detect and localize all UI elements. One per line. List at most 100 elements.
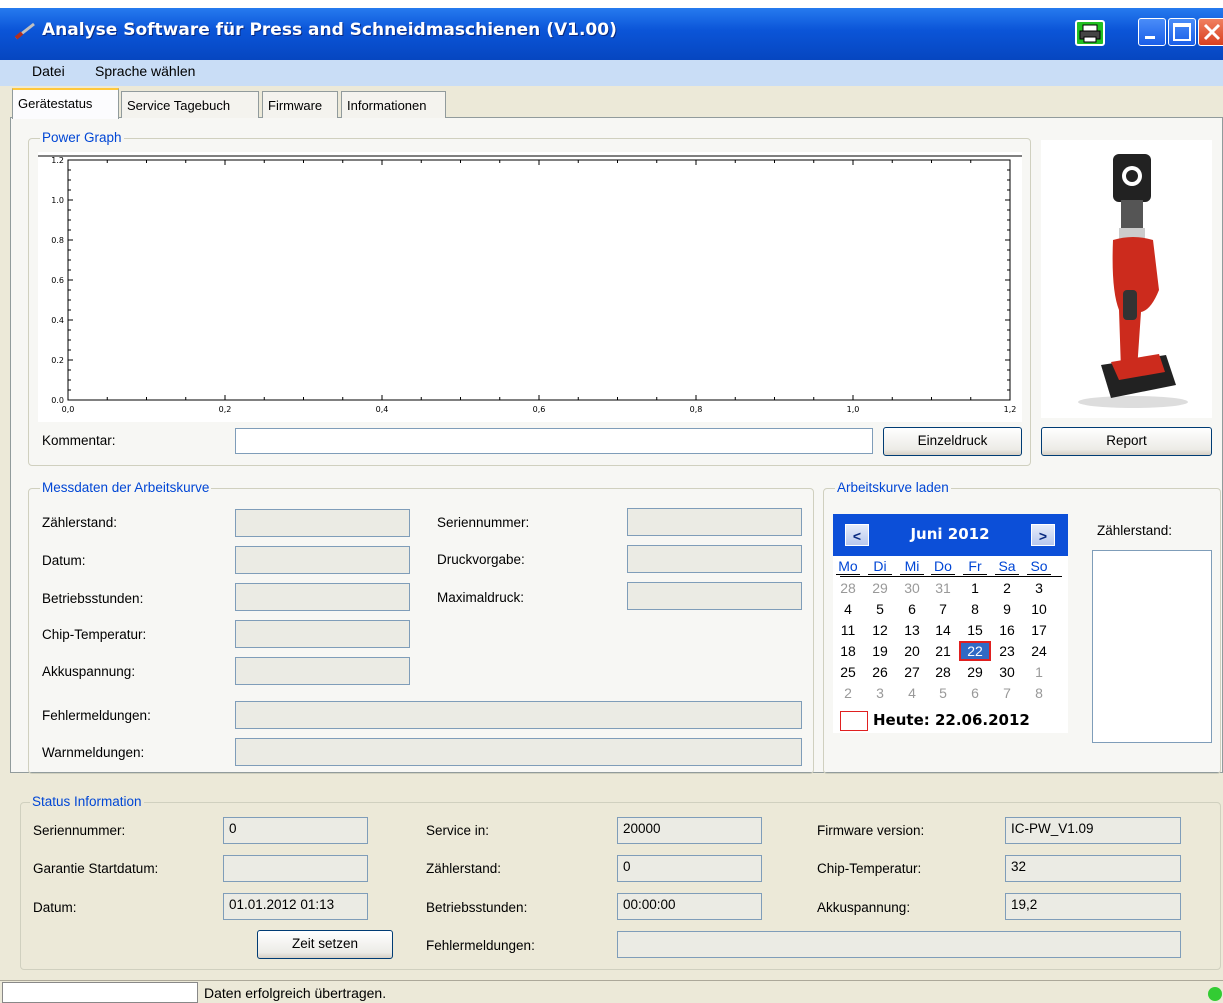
tab-geraetestatus-label: Gerätestatus xyxy=(18,96,93,111)
calendar-day[interactable]: 27 xyxy=(900,664,924,680)
arbeitskurve-title: Arbeitskurve laden xyxy=(835,480,951,495)
st-service-value: 20000 xyxy=(623,821,661,836)
calendar-day[interactable]: 16 xyxy=(995,622,1019,638)
calendar-day[interactable]: 15 xyxy=(963,622,987,638)
calendar-day[interactable]: 5 xyxy=(931,685,955,701)
comment-input[interactable] xyxy=(235,428,873,454)
comment-label: Kommentar: xyxy=(42,433,116,448)
calendar-day[interactable]: 29 xyxy=(963,664,987,680)
status-bar-panel xyxy=(2,982,198,1003)
md-druckvorgabe-label: Druckvorgabe: xyxy=(437,552,525,567)
print-icon[interactable] xyxy=(1075,20,1105,46)
calendar-day[interactable]: 5 xyxy=(868,601,892,617)
x-tick-label: 0,6 xyxy=(533,405,546,414)
calendar-today-label[interactable]: Heute: 22.06.2012 xyxy=(873,711,1030,729)
calendar-weekday-rule xyxy=(840,576,1062,577)
calendar-day[interactable]: 6 xyxy=(900,601,924,617)
power-graph-chart: 0,0 0,2 0,4 0,6 0,8 1,0 1,2 0.0 0.2 0.4 0.6 0.8 1.0 1… xyxy=(38,152,1022,422)
st-chip-temperatur-value: 32 xyxy=(1011,859,1027,874)
calendar-day[interactable]: 10 xyxy=(1027,601,1051,617)
calendar-day[interactable]: 11 xyxy=(836,622,860,638)
calendar-weekday: Di xyxy=(868,558,892,575)
tab-geraetestatus-active: Gerätestatus xyxy=(12,88,119,119)
tab-service-tagebuch[interactable]: Service Tagebuch xyxy=(121,91,259,118)
calendar-day[interactable]: 9 xyxy=(995,601,1019,617)
calendar-day[interactable]: 7 xyxy=(931,601,955,617)
calendar-day[interactable]: 3 xyxy=(868,685,892,701)
menu-datei[interactable]: Datei xyxy=(32,63,65,79)
calendar-day[interactable]: 19 xyxy=(868,643,892,659)
calendar-day[interactable]: 8 xyxy=(1027,685,1051,701)
st-seriennummer-value: 0 xyxy=(229,821,237,836)
calendar-day[interactable]: 20 xyxy=(900,643,924,659)
md-fehlermeldungen-label: Fehlermeldungen: xyxy=(42,708,151,723)
st-datum-label: Datum: xyxy=(33,900,77,915)
menu-sprache[interactable]: Sprache wählen xyxy=(95,63,195,79)
calendar-day[interactable]: 26 xyxy=(868,664,892,680)
y-tick-label: 0.0 xyxy=(51,396,64,405)
calendar-day[interactable]: 29 xyxy=(868,580,892,596)
calendar-day[interactable]: 22 xyxy=(959,641,991,661)
calendar-weekday: Mi xyxy=(900,558,924,575)
calendar-day[interactable]: 21 xyxy=(931,643,955,659)
status-title: Status Information xyxy=(30,794,144,809)
md-druckvorgabe-field xyxy=(627,545,802,573)
tab-firmware[interactable]: Firmware xyxy=(262,91,338,118)
st-betriebsstunden-value: 00:00:00 xyxy=(623,897,676,912)
calendar-day[interactable]: 31 xyxy=(931,580,955,596)
calendar-prev-button[interactable]: < xyxy=(845,524,869,546)
calendar-weekday: Sa xyxy=(995,558,1019,575)
calendar-day[interactable]: 28 xyxy=(836,580,860,596)
calendar-day[interactable]: 30 xyxy=(995,664,1019,680)
tab-informationen[interactable]: Informationen xyxy=(341,91,446,118)
md-betriebsstunden-field xyxy=(235,583,410,611)
comment-value xyxy=(236,429,872,432)
calendar-day[interactable]: 25 xyxy=(836,664,860,680)
md-fehlermeldungen-field xyxy=(235,701,802,729)
close-button[interactable] xyxy=(1198,18,1223,46)
ak-zaehlerstand-label: Zählerstand: xyxy=(1097,523,1173,538)
product-image xyxy=(1041,140,1212,418)
calendar-day[interactable]: 1 xyxy=(1027,664,1051,680)
zeit-setzen-button[interactable]: Zeit setzen xyxy=(257,930,393,959)
calendar-weekday: So xyxy=(1027,558,1051,575)
ak-zaehlerstand-list[interactable] xyxy=(1092,550,1212,743)
st-service-field: 20000 xyxy=(617,817,762,844)
y-tick-label: 1.0 xyxy=(51,196,64,205)
minimize-button[interactable] xyxy=(1138,18,1166,46)
calendar-day[interactable]: 8 xyxy=(963,601,987,617)
st-garantie-value xyxy=(224,856,367,859)
calendar-day[interactable]: 24 xyxy=(1027,643,1051,659)
calendar-day[interactable]: 17 xyxy=(1027,622,1051,638)
status-led-icon xyxy=(1208,987,1222,1001)
window-title: Analyse Software für Press and Schneidma… xyxy=(42,20,617,40)
y-tick-label: 0.6 xyxy=(51,276,64,285)
power-graph-title: Power Graph xyxy=(40,130,124,145)
calendar-day[interactable]: 12 xyxy=(868,622,892,638)
x-tick-label: 0,2 xyxy=(219,405,232,414)
calendar-day[interactable]: 7 xyxy=(995,685,1019,701)
md-zaehlerstand-field xyxy=(235,509,410,537)
st-datum-field: 01.01.2012 01:13 xyxy=(223,893,368,920)
calendar-day[interactable]: 23 xyxy=(995,643,1019,659)
calendar-day[interactable]: 6 xyxy=(963,685,987,701)
calendar-day[interactable]: 3 xyxy=(1027,580,1051,596)
calendar-day[interactable]: 1 xyxy=(963,580,987,596)
maximize-button[interactable] xyxy=(1168,18,1196,46)
st-garantie-label: Garantie Startdatum: xyxy=(33,861,159,876)
calendar-day[interactable]: 18 xyxy=(836,643,860,659)
y-tick-label: 0.4 xyxy=(51,316,64,325)
calendar-day[interactable]: 13 xyxy=(900,622,924,638)
calendar-day[interactable]: 2 xyxy=(995,580,1019,596)
calendar-next-button[interactable]: > xyxy=(1031,524,1055,546)
calendar-day[interactable]: 14 xyxy=(931,622,955,638)
st-garantie-field xyxy=(223,855,368,882)
title-bar-top-strip xyxy=(0,0,1223,8)
calendar-day[interactable]: 2 xyxy=(836,685,860,701)
calendar-day[interactable]: 4 xyxy=(836,601,860,617)
calendar-day[interactable]: 30 xyxy=(900,580,924,596)
calendar-day[interactable]: 4 xyxy=(900,685,924,701)
calendar-day[interactable]: 28 xyxy=(931,664,955,680)
einzeldruck-button[interactable]: Einzeldruck xyxy=(883,427,1022,456)
report-button[interactable]: Report xyxy=(1041,427,1212,456)
